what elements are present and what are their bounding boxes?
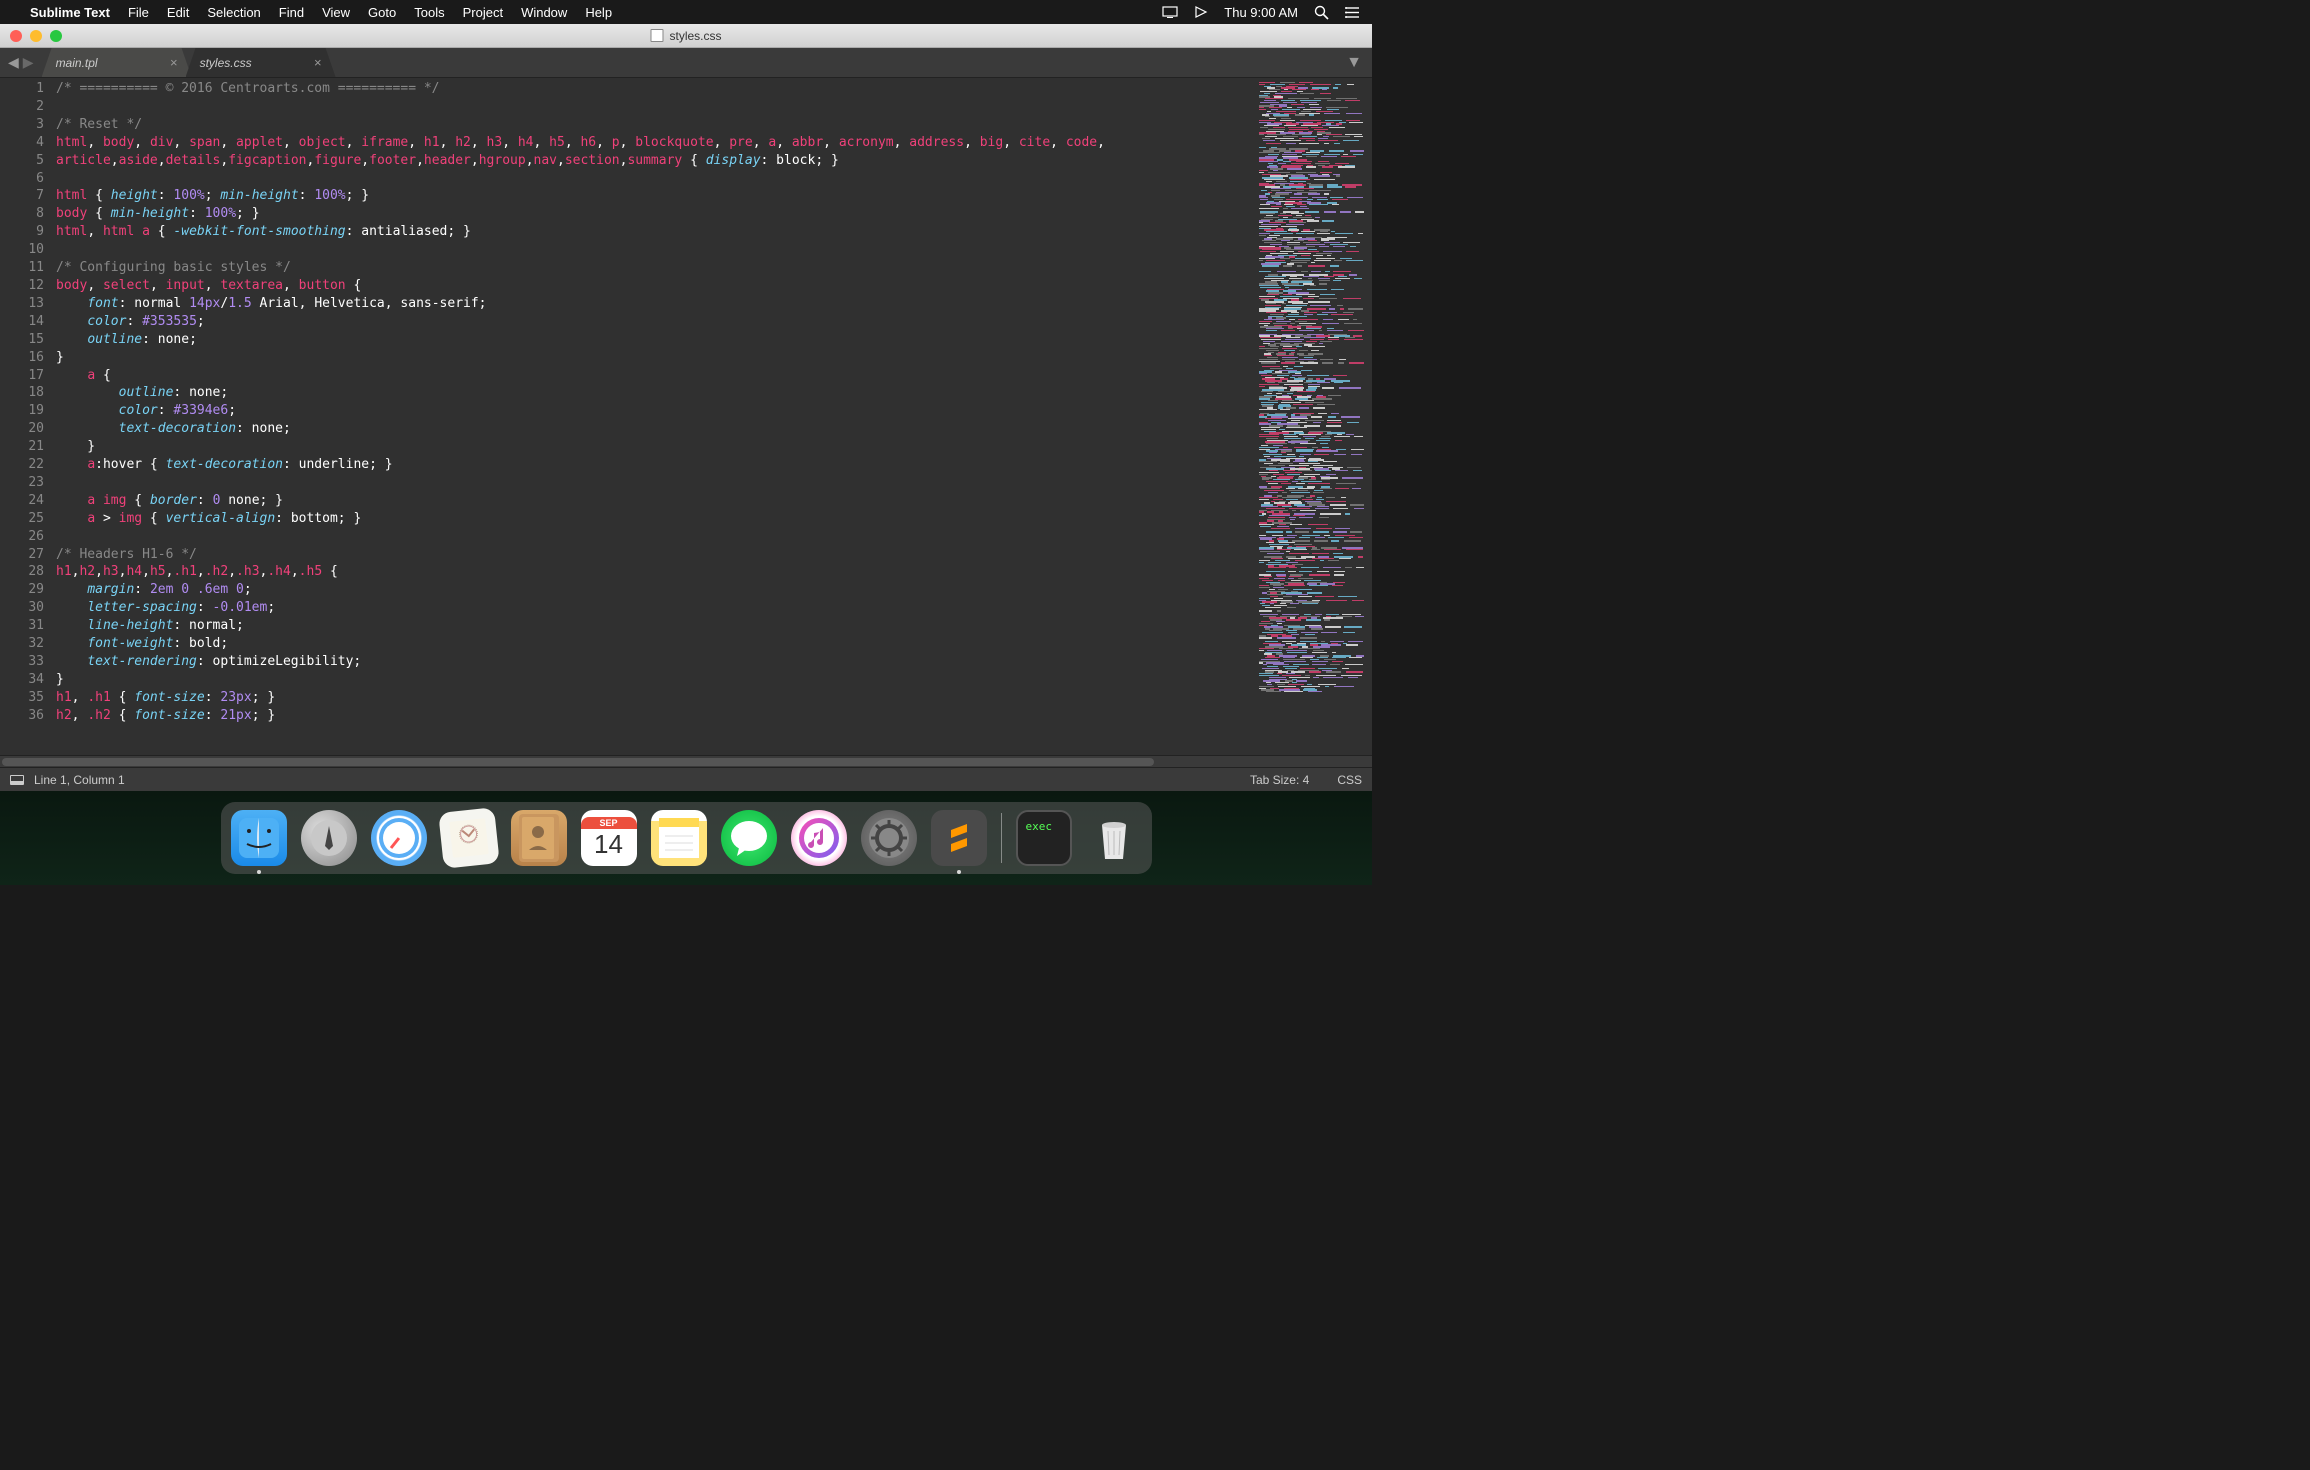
dock-terminal-icon[interactable]: exec	[1016, 810, 1072, 866]
window-close-button[interactable]	[10, 30, 22, 42]
menu-view[interactable]: View	[322, 5, 350, 20]
menubar-app-name[interactable]: Sublime Text	[30, 5, 110, 20]
menu-edit[interactable]: Edit	[167, 5, 189, 20]
dock-sublime-icon[interactable]	[931, 810, 987, 866]
macos-menubar: Sublime Text File Edit Selection Find Vi…	[0, 0, 1372, 24]
dock-mail-icon[interactable]	[438, 807, 500, 869]
calendar-day: 14	[594, 829, 623, 860]
desktop: SEP 14 exec	[0, 791, 1372, 885]
window-title: styles.css	[650, 29, 721, 43]
script-icon[interactable]	[1194, 5, 1208, 19]
tab-overflow-icon[interactable]: ▼	[1336, 48, 1372, 77]
dock-itunes-icon[interactable]	[791, 810, 847, 866]
display-icon[interactable]	[1162, 6, 1178, 18]
dock-trash-icon[interactable]	[1086, 810, 1142, 866]
menu-window[interactable]: Window	[521, 5, 567, 20]
dock-notes-icon[interactable]	[651, 810, 707, 866]
running-indicator	[257, 870, 261, 874]
file-icon	[650, 29, 663, 42]
horizontal-scrollbar[interactable]	[0, 755, 1372, 767]
nav-arrows: ◀ ▶	[0, 48, 42, 77]
window-title-text: styles.css	[669, 29, 721, 43]
code-area[interactable]: /* ========== © 2016 Centroarts.com ====…	[56, 78, 1252, 755]
dock-messages-icon[interactable]	[721, 810, 777, 866]
notification-center-icon[interactable]	[1345, 6, 1360, 19]
window-maximize-button[interactable]	[50, 30, 62, 42]
cursor-position[interactable]: Line 1, Column 1	[34, 773, 125, 787]
status-bar: Line 1, Column 1 Tab Size: 4 CSS	[0, 767, 1372, 791]
dock: SEP 14 exec	[221, 802, 1152, 874]
nav-back-icon[interactable]: ◀	[8, 54, 19, 71]
menu-find[interactable]: Find	[279, 5, 304, 20]
dock-contacts-icon[interactable]	[511, 810, 567, 866]
dock-calendar-icon[interactable]: SEP 14	[581, 810, 637, 866]
window-titlebar[interactable]: styles.css	[0, 24, 1372, 48]
nav-forward-icon[interactable]: ▶	[23, 54, 34, 71]
tab-main-tpl[interactable]: main.tpl ×	[42, 48, 192, 77]
dock-settings-icon[interactable]	[861, 810, 917, 866]
line-number-gutter: 1234567891011121314151617181920212223242…	[0, 78, 56, 755]
spotlight-icon[interactable]	[1314, 5, 1329, 20]
menu-tools[interactable]: Tools	[414, 5, 444, 20]
scrollbar-thumb[interactable]	[2, 758, 1154, 766]
menu-selection[interactable]: Selection	[207, 5, 260, 20]
editor: 1234567891011121314151617181920212223242…	[0, 78, 1372, 755]
tab-close-icon[interactable]: ×	[314, 55, 322, 70]
window-minimize-button[interactable]	[30, 30, 42, 42]
menu-project[interactable]: Project	[463, 5, 503, 20]
menu-goto[interactable]: Goto	[368, 5, 396, 20]
panel-toggle-icon[interactable]	[10, 775, 24, 785]
tab-size-indicator[interactable]: Tab Size: 4	[1250, 773, 1309, 787]
calendar-month: SEP	[581, 817, 637, 829]
traffic-lights	[10, 30, 62, 42]
menu-help[interactable]: Help	[585, 5, 612, 20]
dock-launchpad-icon[interactable]	[301, 810, 357, 866]
dock-separator	[1001, 813, 1002, 863]
tab-styles-css[interactable]: styles.css ×	[186, 48, 336, 77]
syntax-indicator[interactable]: CSS	[1337, 773, 1362, 787]
terminal-prompt: exec	[1026, 820, 1053, 833]
tab-bar: ◀ ▶ main.tpl × styles.css × ▼	[0, 48, 1372, 78]
dock-safari-icon[interactable]	[371, 810, 427, 866]
tab-close-icon[interactable]: ×	[170, 55, 178, 70]
dock-finder-icon[interactable]	[231, 810, 287, 866]
menu-file[interactable]: File	[128, 5, 149, 20]
menubar-clock[interactable]: Thu 9:00 AM	[1224, 5, 1298, 20]
tab-label: main.tpl	[56, 56, 98, 70]
tab-label: styles.css	[200, 56, 252, 70]
minimap[interactable]	[1252, 78, 1372, 755]
running-indicator	[957, 870, 961, 874]
